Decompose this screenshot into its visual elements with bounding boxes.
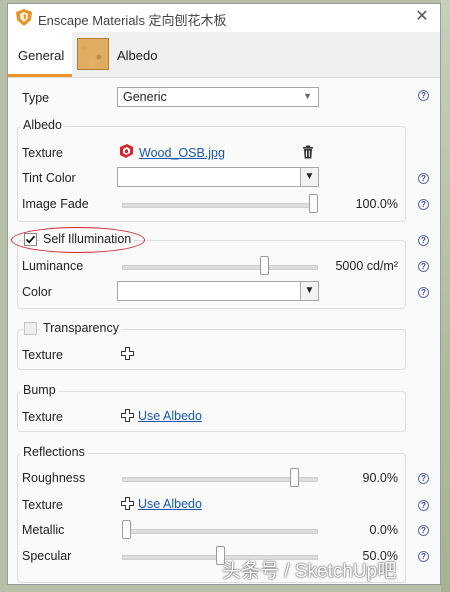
transparency-group: [17, 329, 406, 370]
transparency-texture-label: Texture: [22, 348, 63, 362]
reflections-title: Reflections: [20, 445, 88, 459]
help-icon[interactable]: ?: [418, 235, 429, 246]
image-fade-value: 100.0%: [355, 197, 398, 211]
tab-albedo[interactable]: Albedo: [77, 32, 197, 77]
transparency-title: Transparency: [40, 321, 122, 335]
chevron-down-icon: ▼: [300, 282, 318, 300]
slider-thumb[interactable]: [260, 256, 269, 275]
slider-thumb[interactable]: [290, 468, 299, 487]
illumination-color-label: Color: [22, 285, 52, 299]
checkmark-icon: [25, 235, 36, 244]
help-icon[interactable]: ?: [418, 261, 429, 272]
tab-albedo-label: Albedo: [117, 48, 158, 63]
luminance-value: 5000 cd/m²: [335, 259, 398, 273]
luminance-label: Luminance: [22, 259, 84, 273]
slider-track: [122, 477, 318, 482]
tab-general[interactable]: General: [8, 32, 72, 77]
image-fade-slider[interactable]: [122, 194, 318, 214]
slider-track: [122, 203, 318, 208]
help-icon[interactable]: ?: [418, 199, 429, 210]
tint-color-label: Tint Color: [22, 171, 76, 185]
chevron-down-icon: ▼: [303, 91, 312, 101]
help-icon[interactable]: ?: [418, 551, 429, 562]
title-bar: Enscape Materials 定向刨花木板 ✕: [8, 4, 440, 32]
add-texture-icon[interactable]: [121, 409, 134, 422]
luminance-slider[interactable]: [122, 256, 318, 276]
albedo-texture-label: Texture: [22, 146, 63, 160]
add-texture-icon[interactable]: [121, 497, 134, 510]
roughness-slider[interactable]: [122, 468, 318, 488]
transparency-checkbox[interactable]: [24, 322, 37, 335]
self-illumination-checkbox[interactable]: [24, 233, 37, 246]
reflections-texture-label: Texture: [22, 498, 63, 512]
bump-use-albedo-link[interactable]: Use Albedo: [138, 409, 202, 423]
enscape-logo-icon: [16, 9, 32, 26]
help-icon[interactable]: ?: [418, 287, 429, 298]
albedo-group-title: Albedo: [20, 118, 65, 132]
type-select[interactable]: Generic ▼: [117, 87, 319, 107]
help-icon[interactable]: ?: [418, 90, 429, 101]
illumination-color-picker[interactable]: ▼: [117, 281, 319, 301]
metallic-value: 0.0%: [369, 523, 399, 537]
window-title: Enscape Materials 定向刨花木板: [38, 13, 227, 28]
tint-color-picker[interactable]: ▼: [117, 167, 319, 187]
roughness-value: 90.0%: [362, 471, 398, 485]
slider-track: [122, 529, 318, 534]
watermark-text: 头条号 / SketchUp吧: [222, 561, 397, 582]
metallic-label: Metallic: [22, 523, 65, 537]
bump-title: Bump: [20, 383, 59, 397]
trash-icon[interactable]: [302, 145, 314, 159]
albedo-texture-swatch: [77, 38, 109, 70]
bump-texture-label: Texture: [22, 410, 63, 424]
help-icon[interactable]: ?: [418, 525, 429, 536]
slider-thumb[interactable]: [122, 520, 131, 539]
type-label: Type: [22, 91, 50, 105]
close-icon[interactable]: ✕: [412, 7, 432, 27]
help-icon[interactable]: ?: [418, 173, 429, 184]
chevron-down-icon: ▼: [300, 168, 318, 186]
help-icon[interactable]: ?: [418, 473, 429, 484]
image-fade-label: Image Fade: [22, 197, 89, 211]
albedo-texture-file-link[interactable]: Wood_OSB.jpg: [139, 146, 225, 160]
roughness-label: Roughness: [22, 471, 86, 485]
enscape-materials-window: Enscape Materials 定向刨花木板 ✕ General Albed…: [7, 3, 441, 585]
metallic-slider[interactable]: [122, 520, 318, 540]
help-icon[interactable]: ?: [418, 500, 429, 511]
type-select-value: Generic: [123, 90, 167, 104]
tab-bar: General Albedo: [8, 32, 440, 78]
slider-thumb[interactable]: [309, 194, 318, 213]
bump-group: [17, 391, 406, 432]
add-texture-icon[interactable]: [121, 347, 134, 360]
reflections-use-albedo-link[interactable]: Use Albedo: [138, 497, 202, 511]
tab-general-label: General: [18, 48, 65, 63]
specular-label: Specular: [22, 549, 72, 563]
sketchup-file-icon: [120, 144, 133, 158]
self-illumination-title: Self Illumination: [40, 232, 135, 246]
background-scene: [441, 0, 450, 592]
slider-track: [122, 265, 318, 270]
